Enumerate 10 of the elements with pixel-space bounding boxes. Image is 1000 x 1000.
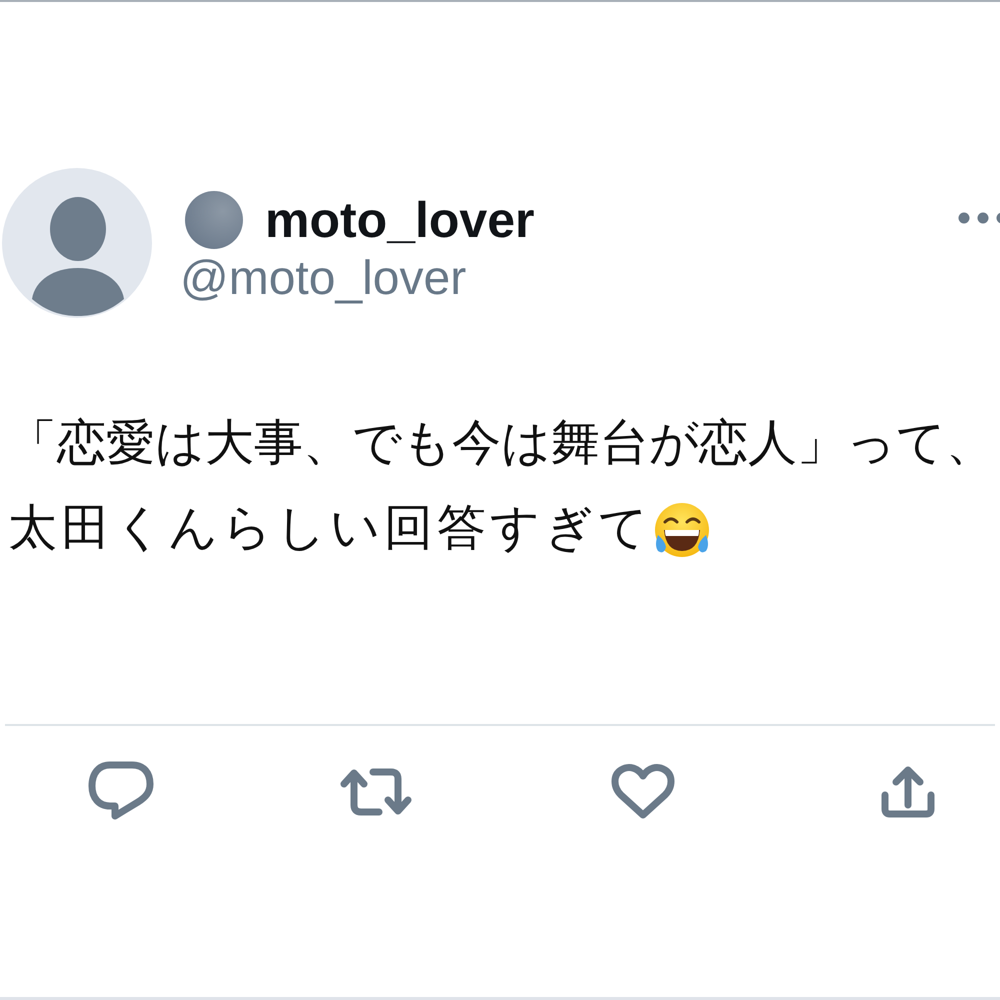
heart-icon[interactable] bbox=[611, 763, 675, 821]
more-options-icon[interactable] bbox=[958, 212, 1000, 224]
retweet-icon[interactable] bbox=[339, 766, 413, 818]
user-handle[interactable]: @moto_lover bbox=[180, 253, 535, 305]
tweet-text: 「恋愛は大事、でも今は舞台が恋人」って、 bbox=[8, 413, 995, 473]
share-icon[interactable] bbox=[880, 765, 936, 819]
user-avatar-icon[interactable] bbox=[2, 168, 152, 318]
circle-icon bbox=[185, 191, 243, 249]
display-name[interactable]: moto_lover bbox=[265, 191, 535, 249]
tweet-text: 太田くんらしい回答すぎて bbox=[8, 498, 652, 558]
